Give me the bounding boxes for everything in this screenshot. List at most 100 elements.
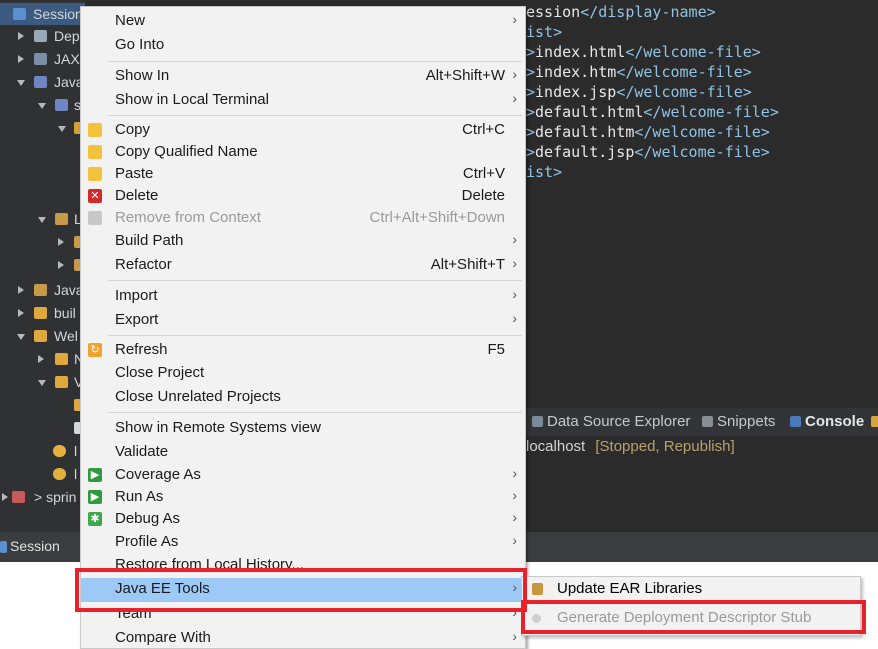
tree-item-lib-folder[interactable] — [0, 394, 85, 416]
code-line: >index.jsp</welcome-file> — [526, 83, 752, 101]
menu-item-profile-as[interactable]: Profile As › — [81, 531, 525, 553]
menu-item-shortcut: Alt+Shift+T — [430, 256, 505, 273]
menu-item-refactor[interactable]: Refactor Alt+Shift+T › — [81, 254, 525, 276]
tab-console[interactable]: Console — [790, 408, 864, 436]
menu-item-label: Copy Qualified Name — [115, 143, 258, 160]
menu-item-label: Copy — [115, 121, 151, 138]
menu-item-close-unrelated-projects[interactable]: Close Unrelated Projects — [81, 386, 525, 408]
menu-item-copy[interactable]: Copy Ctrl+C — [81, 119, 525, 141]
web-page-icon — [53, 468, 66, 480]
menu-item-close-project[interactable]: Close Project — [81, 362, 525, 384]
package-folder-icon — [55, 99, 68, 111]
menu-item-go-into[interactable]: Go Into — [81, 34, 525, 56]
tree-item-page-2[interactable]: l — [0, 463, 85, 485]
menu-item-label: Debug As — [115, 510, 181, 527]
tree-item-java-resources[interactable]: Java — [0, 71, 85, 93]
menu-item-export[interactable]: Export › — [81, 309, 525, 331]
project-explorer: Session Dep JAX Java s L Java buil Wel V… — [0, 0, 85, 532]
database-icon — [532, 416, 543, 427]
code-line: >index.htm</welcome-file> — [526, 63, 752, 81]
tree-item-javascript[interactable]: Java — [0, 279, 85, 301]
menu-item-build-path[interactable]: Build Path › — [81, 230, 525, 252]
expand-icon[interactable] — [18, 309, 24, 317]
tree-item-meta-inf[interactable]: N — [0, 348, 85, 370]
menu-item-paste[interactable]: Paste Ctrl+V — [81, 163, 525, 185]
web-page-icon — [53, 445, 66, 457]
tab-snippets[interactable]: Snippets — [702, 408, 775, 436]
library-icon — [55, 213, 68, 225]
submenu-arrow-icon: › — [512, 628, 517, 644]
submenu-arrow-icon: › — [512, 509, 517, 525]
menu-item-refresh[interactable]: ↻ Refresh F5 — [81, 339, 525, 361]
submenu-arrow-icon: › — [512, 90, 517, 106]
menu-item-run-as[interactable]: ▶ Run As › — [81, 486, 525, 508]
bottom-tab-bar: Data Source Explorer Snippets Console — [526, 408, 878, 436]
submenu-arrow-icon: › — [512, 532, 517, 548]
spring-project-icon — [12, 491, 25, 503]
menu-item-debug-as[interactable]: ✱ Debug As › — [81, 508, 525, 530]
menu-item-validate[interactable]: Validate — [81, 441, 525, 463]
collapse-icon[interactable] — [38, 380, 46, 386]
tree-item-src[interactable]: s — [0, 94, 85, 116]
menu-item-new[interactable]: New › — [81, 10, 525, 32]
tree-item-lib-2[interactable] — [0, 254, 85, 276]
code-line: >default.html</welcome-file> — [526, 103, 779, 121]
collapse-icon[interactable] — [38, 103, 46, 109]
server-entry[interactable]: localhost [Stopped, Republish] — [526, 436, 735, 458]
submenu-arrow-icon: › — [512, 310, 517, 326]
menu-item-remove-from-context[interactable]: Remove from Context Ctrl+Alt+Shift+Down — [81, 207, 525, 229]
tree-item-web-xml[interactable] — [0, 417, 85, 439]
expand-icon[interactable] — [18, 32, 24, 40]
expand-icon[interactable] — [58, 261, 64, 269]
menu-item-label: Go Into — [115, 36, 165, 53]
menu-item-delete[interactable]: ✕ Delete Delete — [81, 185, 525, 207]
tree-item-page-1[interactable]: l — [0, 440, 85, 462]
collapse-icon[interactable] — [38, 217, 46, 223]
menu-item-compare-with[interactable]: Compare With › — [81, 627, 525, 649]
menu-item-label: Show in Local Terminal — [115, 91, 269, 108]
tree-item-lib-1[interactable] — [0, 231, 85, 253]
project-icon — [0, 541, 7, 553]
menu-item-label: Compare With — [115, 629, 211, 646]
expand-icon[interactable] — [18, 55, 24, 63]
submenu-arrow-icon: › — [512, 286, 517, 302]
menu-item-show-in[interactable]: Show In Alt+Shift+W › — [81, 65, 525, 87]
submenu-arrow-icon: › — [512, 465, 517, 481]
expand-icon[interactable] — [58, 238, 64, 246]
xml-editor[interactable]: ession</display-name> ist> >index.html</… — [526, 0, 878, 375]
submenu-arrow-icon: › — [512, 11, 517, 27]
collapse-icon[interactable] — [17, 80, 25, 86]
tree-item-session[interactable]: Session — [0, 3, 85, 25]
paste-icon — [88, 167, 102, 181]
submenu-arrow-icon: › — [512, 255, 517, 271]
folder-icon — [34, 330, 47, 342]
menu-item-show-in-remote-systems-view[interactable]: Show in Remote Systems view — [81, 417, 525, 439]
menu-item-copy-qualified-name[interactable]: Copy Qualified Name — [81, 141, 525, 163]
update-ear-libraries-item[interactable]: Update EAR Libraries — [522, 576, 860, 602]
refresh-icon: ↻ — [88, 343, 102, 357]
menu-item-import[interactable]: Import › — [81, 285, 525, 307]
tree-item-jax[interactable]: JAX — [0, 48, 85, 70]
tree-item-package[interactable] — [0, 117, 85, 139]
menu-item-show-in-local-terminal[interactable]: Show in Local Terminal › — [81, 89, 525, 111]
tab-overflow[interactable] — [871, 408, 878, 436]
library-icon — [532, 583, 543, 595]
collapse-icon[interactable] — [17, 334, 25, 340]
menu-separator — [108, 412, 522, 413]
expand-icon[interactable] — [18, 286, 24, 294]
tree-item-libraries[interactable]: L — [0, 208, 85, 230]
tree-item-spring[interactable]: > sprin — [0, 486, 85, 508]
collapse-icon[interactable] — [58, 126, 66, 132]
tree-item-webcontent[interactable]: Wel — [0, 325, 85, 347]
tree-item-build[interactable]: buil — [0, 302, 85, 324]
remove-context-icon — [88, 211, 102, 225]
tree-item-deployment[interactable]: Dep — [0, 25, 85, 47]
menu-item-shortcut: Alt+Shift+W — [425, 67, 505, 84]
tab-data-source-explorer[interactable]: Data Source Explorer — [532, 408, 690, 436]
submenu-arrow-icon: › — [512, 487, 517, 503]
delete-icon: ✕ — [88, 189, 102, 203]
expand-icon[interactable] — [38, 355, 44, 363]
expand-icon[interactable] — [2, 493, 8, 501]
tree-item-web-inf[interactable]: V — [0, 371, 85, 393]
menu-item-coverage-as[interactable]: ▶ Coverage As › — [81, 464, 525, 486]
